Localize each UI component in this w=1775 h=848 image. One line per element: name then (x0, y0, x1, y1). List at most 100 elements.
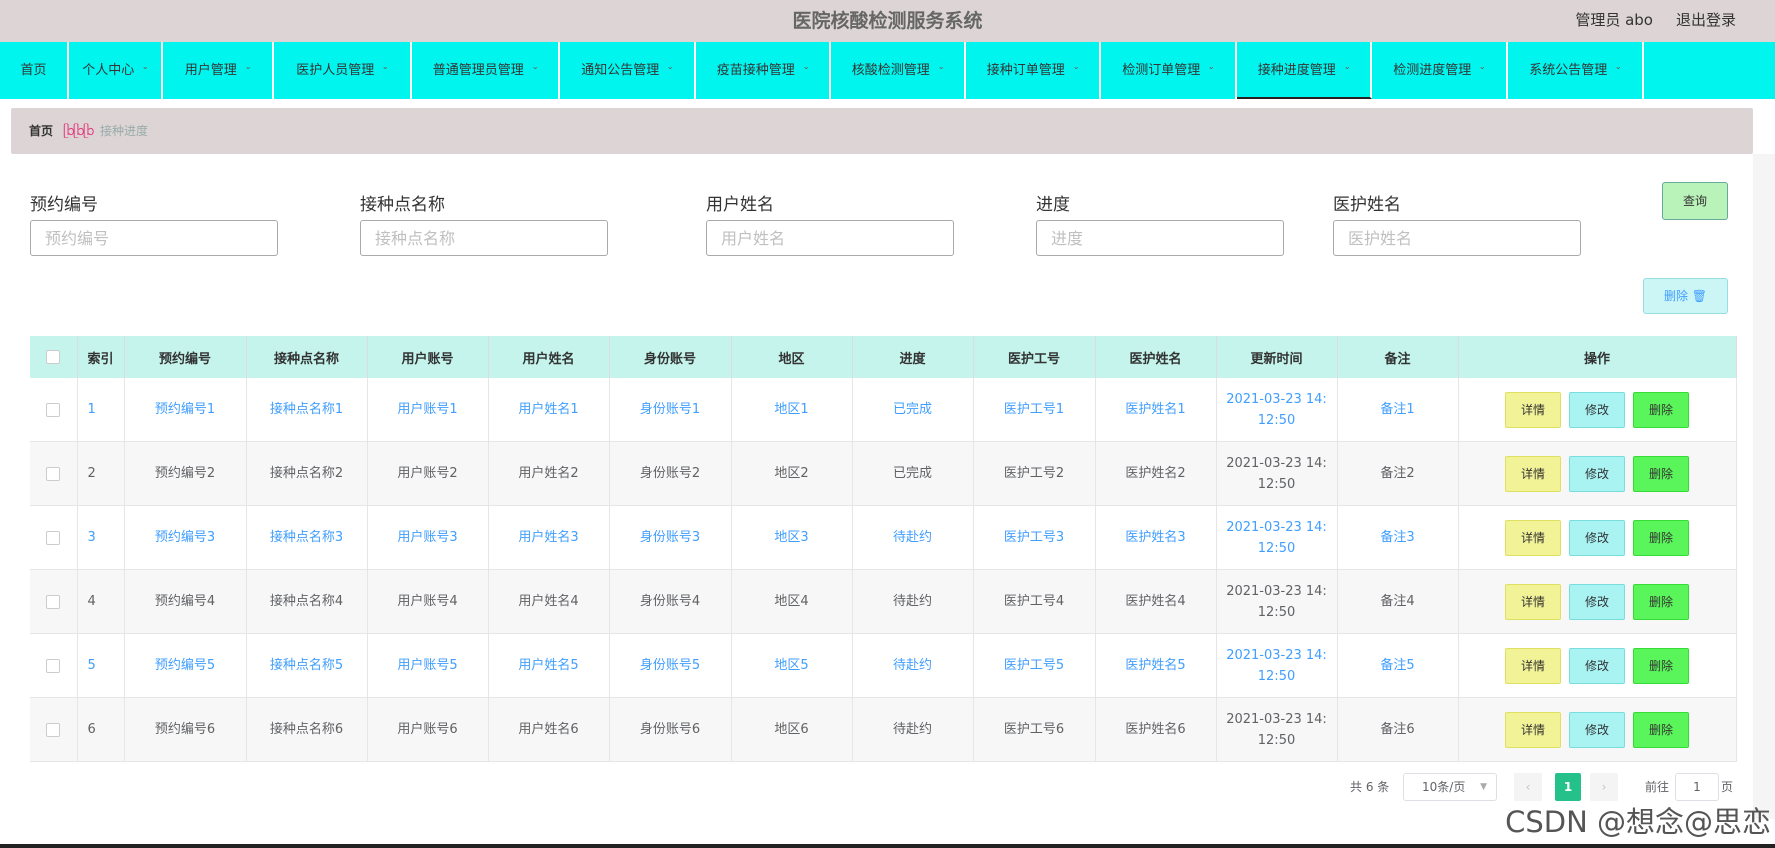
user-name-input[interactable] (706, 220, 954, 256)
table-cell: 预约编号2 (124, 441, 247, 506)
delete-button[interactable]: 删除 (1633, 519, 1689, 556)
detail-button[interactable]: 详情 (1505, 647, 1561, 684)
detail-button[interactable]: 详情 (1505, 711, 1561, 748)
edit-button[interactable]: 修改 (1569, 647, 1625, 684)
detail-button[interactable]: 详情 (1505, 519, 1561, 556)
nav-item-12[interactable]: 系统公告管理 ˅ (1508, 42, 1644, 99)
row-actions-cell: 详情 修改 删除 (1458, 633, 1737, 698)
nav-item-1[interactable]: 个人中心 ˅ (69, 42, 163, 99)
nav-item-3[interactable]: 医护人员管理 ˅ (274, 42, 412, 99)
chevron-down-icon: ˅ (1615, 67, 1622, 77)
nav-item-2[interactable]: 用户管理 ˅ (163, 42, 274, 99)
table-cell: 用户姓名3 (488, 505, 610, 570)
chevron-down-icon: ˅ (802, 67, 810, 77)
staff-name-input[interactable] (1333, 220, 1581, 256)
nav-item-8[interactable]: 接种订单管理 ˅ (966, 42, 1101, 99)
table-cell: 地区2 (731, 441, 853, 506)
appointment-no-input[interactable] (30, 220, 278, 256)
select-all-checkbox[interactable] (46, 350, 61, 364)
prev-page-button[interactable]: ‹ (1514, 773, 1542, 801)
table-cell: 地区4 (731, 569, 853, 634)
chevron-down-icon: ˅ (937, 67, 945, 77)
edit-button[interactable]: 修改 (1569, 583, 1625, 620)
table-cell: 待赴约 (852, 569, 974, 634)
next-page-button[interactable]: › (1590, 773, 1618, 801)
table-cell: 用户账号4 (367, 569, 489, 634)
table-cell: 备注4 (1337, 569, 1459, 634)
table-cell: 预约编号4 (124, 569, 247, 634)
table-cell: 2021-03-23 14: 12:50 (1216, 378, 1338, 442)
detail-button[interactable]: 详情 (1505, 583, 1561, 620)
column-header: 接种点名称 (246, 336, 368, 378)
table-cell: 用户姓名6 (488, 697, 610, 762)
select-all-header[interactable] (30, 336, 78, 378)
nav-item-label: 普通管理员管理 (432, 63, 524, 78)
table-cell: 4 (77, 569, 125, 634)
batch-delete-button[interactable]: 删除 🗑 (1643, 278, 1728, 314)
table-cell: 地区5 (731, 633, 853, 698)
nav-item-7[interactable]: 核酸检测管理 ˅ (831, 42, 966, 99)
row-checkbox[interactable] (46, 466, 61, 481)
nav-item-11[interactable]: 检测进度管理 ˅ (1372, 42, 1508, 99)
breadcrumb-home[interactable]: 首页 (29, 122, 53, 139)
row-checkbox[interactable] (46, 594, 61, 609)
search-label-user-name: 用户姓名 (706, 195, 774, 215)
page-size-select[interactable]: 10条/页 ▼ (1403, 773, 1497, 801)
edit-button[interactable]: 修改 (1569, 519, 1625, 556)
table-cell: 1 (77, 378, 125, 442)
nav-item-5[interactable]: 通知公告管理 ˅ (560, 42, 696, 99)
table-cell: 医护姓名1 (1095, 378, 1217, 442)
table-cell: 6 (77, 697, 125, 762)
table-cell: 预约编号3 (124, 505, 247, 570)
row-checkbox[interactable] (46, 530, 61, 545)
row-actions-cell: 详情 修改 删除 (1458, 569, 1737, 634)
delete-button[interactable]: 删除 (1633, 647, 1689, 684)
nav-item-9[interactable]: 检测订单管理 ˅ (1101, 42, 1237, 99)
chevron-down-icon: ˅ (1072, 67, 1080, 77)
row-select-cell (30, 633, 78, 698)
query-button[interactable]: 查询 (1662, 182, 1728, 220)
delete-button[interactable]: 删除 (1633, 711, 1689, 748)
table-header-row: 索引 预约编号 接种点名称 用户账号 用户姓名 身份账号 地区 进度 医护工号 医护姓名 更新时间备… (30, 336, 1737, 378)
row-checkbox[interactable] (46, 658, 61, 673)
breadcrumb-separator: ᥫᩣᥫᩣᥫᩣ (63, 124, 95, 139)
nav-item-4[interactable]: 普通管理员管理 ˅ (412, 42, 560, 99)
table-cell: 用户姓名4 (488, 569, 610, 634)
table-cell: 身份账号2 (609, 441, 732, 506)
page-number-current[interactable]: 1 (1555, 773, 1581, 801)
edit-button[interactable]: 修改 (1569, 711, 1625, 748)
table-cell: 2021-03-23 14: 12:50 (1216, 697, 1338, 762)
table-cell: 医护工号3 (973, 505, 1096, 570)
progress-input[interactable] (1036, 220, 1284, 256)
column-header: 预约编号 (124, 336, 247, 378)
breadcrumb: 首页 ᥫᩣᥫᩣᥫᩣ 接种进度 (11, 108, 1753, 154)
row-checkbox[interactable] (46, 402, 61, 417)
row-select-cell (30, 378, 78, 442)
delete-button[interactable]: 删除 (1633, 391, 1689, 428)
logout-link[interactable]: 退出登录 (1676, 0, 1736, 40)
table-cell: 地区3 (731, 505, 853, 570)
detail-button[interactable]: 详情 (1505, 455, 1561, 492)
row-checkbox[interactable] (46, 722, 61, 737)
edit-button[interactable]: 修改 (1569, 455, 1625, 492)
table-cell: 2021-03-23 14: 12:50 (1216, 441, 1338, 506)
nav-item-0[interactable]: 首页 (0, 42, 69, 99)
table-cell: 用户账号3 (367, 505, 489, 570)
edit-button[interactable]: 修改 (1569, 391, 1625, 428)
main-nav: 首页 个人中心 ˅ 用户管理 ˅ 医护人员管理 ˅ 普通管理员管理 ˅ 通知公告管理 ˅ 疫苗接种管理… (0, 42, 1775, 99)
bottom-border (0, 844, 1775, 848)
detail-button[interactable]: 详情 (1505, 391, 1561, 428)
nav-item-6[interactable]: 疫苗接种管理 ˅ (696, 42, 831, 99)
goto-page-input[interactable] (1675, 773, 1719, 801)
delete-button[interactable]: 删除 (1633, 583, 1689, 620)
table-cell: 备注6 (1337, 697, 1459, 762)
table-cell: 备注2 (1337, 441, 1459, 506)
table-cell: 身份账号6 (609, 697, 732, 762)
table-cell: 身份账号1 (609, 378, 732, 442)
table-cell: 医护工号5 (973, 633, 1096, 698)
table-cell: 2 (77, 441, 125, 506)
site-name-input[interactable] (360, 220, 608, 256)
row-select-cell (30, 569, 78, 634)
delete-button[interactable]: 删除 (1633, 455, 1689, 492)
nav-item-10[interactable]: 接种进度管理 ˅ (1237, 42, 1372, 99)
